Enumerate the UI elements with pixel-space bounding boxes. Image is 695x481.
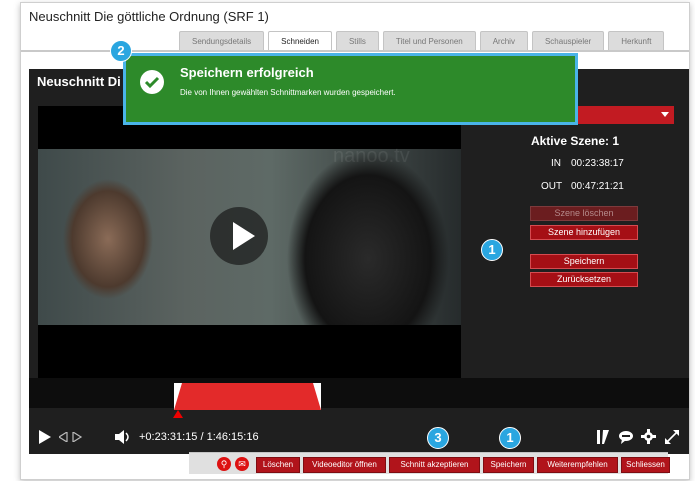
chevron-down-icon [661, 112, 669, 117]
save-button[interactable]: Speichern [483, 457, 534, 473]
step-badge-2-toast: 2 [110, 40, 132, 62]
step-badge-1-save: 1 [481, 239, 503, 261]
accept-cut-button[interactable]: Schnitt akzeptieren [389, 457, 480, 473]
selection-end-handle[interactable] [313, 383, 321, 410]
player-controls: +0:23:31:15 / 1:46:15:16 [29, 420, 689, 454]
window-title: Neuschnitt Die göttliche Ordnung (SRF 1) [29, 9, 269, 24]
total-duration: / 1:46:15:16 [200, 431, 259, 443]
time-display: +0:23:31:15 / 1:46:15:16 [139, 431, 259, 443]
editor-title: Neuschnitt Di [37, 74, 121, 89]
active-scene-label: Aktive Szene: 1 [530, 134, 620, 148]
tab-schauspieler[interactable]: Schauspieler [531, 31, 605, 51]
open-videoeditor-button[interactable]: Videoeditor öffnen [303, 457, 386, 473]
timeline[interactable] [29, 378, 689, 410]
out-timecode: 00:47:21:21 [571, 181, 624, 192]
video-player[interactable]: nanoo.tv [38, 106, 461, 396]
out-label: OUT [541, 181, 563, 192]
tab-titel-und-personen[interactable]: Titel und Personen [382, 31, 476, 51]
play-icon [233, 222, 255, 250]
in-timecode: 00:23:38:17 [571, 158, 624, 169]
selection-start-handle[interactable] [174, 383, 182, 410]
close-button[interactable]: Schliessen [621, 457, 670, 473]
toast-message: Die von Ihnen gewählten Schnittmarken wu… [180, 88, 396, 97]
watermark: nanoo.tv [333, 145, 410, 167]
tab-bar: Sendungsdetails Schneiden Stills Titel u… [179, 31, 665, 51]
in-label: IN [551, 158, 561, 169]
add-scene-button[interactable]: Szene hinzufügen [530, 225, 638, 240]
current-time: +0:23:31:15 [139, 431, 198, 443]
mail-icon[interactable]: ✉ [235, 457, 249, 471]
play-overlay-button[interactable] [210, 207, 268, 265]
reset-button[interactable]: Zurücksetzen [530, 272, 638, 287]
play-icon[interactable] [39, 430, 51, 444]
tab-herkunft[interactable]: Herkunft [608, 31, 665, 51]
checkmark-icon [140, 70, 164, 94]
save-scene-button[interactable]: Speichern [530, 254, 638, 269]
subtitle-icon[interactable] [619, 430, 633, 444]
tab-sendungsdetails[interactable]: Sendungsdetails [179, 31, 265, 51]
tab-stills[interactable]: Stills [335, 31, 379, 51]
cut-marker-icon[interactable] [597, 430, 609, 444]
gear-icon[interactable] [641, 429, 656, 444]
frame-step-icon[interactable] [59, 432, 83, 442]
recommend-button[interactable]: Weiterempfehlen [537, 457, 618, 473]
toast-title: Speichern erfolgreich [180, 65, 314, 80]
volume-icon[interactable] [115, 430, 131, 444]
footer-actions: ⚲ ✉ Löschen Videoeditor öffnen Schnitt a… [189, 452, 670, 474]
fullscreen-icon[interactable] [665, 430, 679, 444]
step-badge-1-footer-save: 1 [499, 427, 521, 449]
tab-schneiden[interactable]: Schneiden [268, 31, 332, 51]
delete-scene-button[interactable]: Szene löschen [530, 206, 638, 221]
delete-button[interactable]: Löschen [256, 457, 300, 473]
tab-archiv[interactable]: Archiv [479, 31, 528, 51]
cut-editor: Neuschnitt Di nanoo.tv Aktive Szene: 1 I… [29, 69, 689, 454]
cut-selection[interactable] [174, 383, 321, 410]
step-badge-3-accept: 3 [427, 427, 449, 449]
search-icon[interactable]: ⚲ [217, 457, 231, 471]
video-frame [38, 149, 461, 325]
playhead-marker[interactable] [173, 410, 183, 418]
success-toast: Speichern erfolgreich Die von Ihnen gewä… [123, 53, 578, 125]
